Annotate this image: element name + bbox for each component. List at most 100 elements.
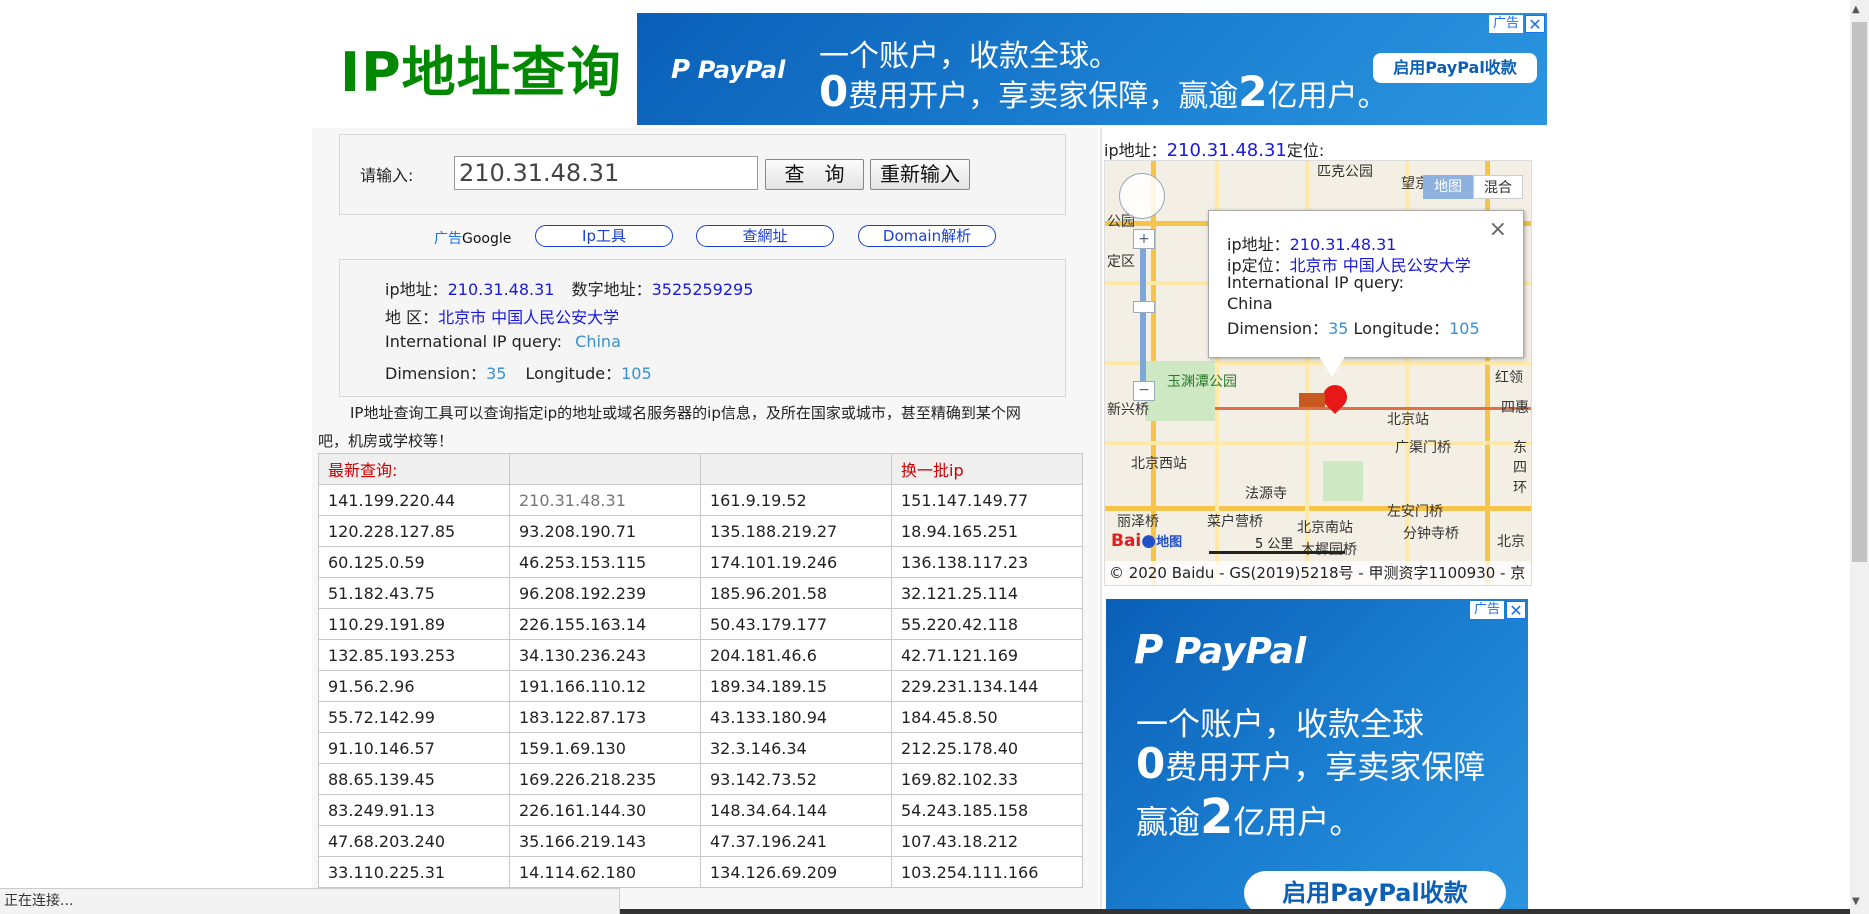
ip-cell[interactable]: 47.68.203.240 (318, 825, 510, 857)
table-row: 120.228.127.85 93.208.190.71 135.188.219.2… (318, 515, 1083, 547)
ip-cell[interactable]: 43.133.180.94 (700, 701, 892, 733)
ip-cell[interactable]: 134.126.69.209 (700, 856, 892, 888)
map-zoom-out-icon[interactable]: − (1133, 381, 1155, 401)
google-ad-label[interactable]: 广告Google (434, 228, 511, 248)
ip-cell[interactable]: 50.43.179.177 (700, 608, 892, 640)
link-ip-tools[interactable]: Ip工具 (535, 225, 673, 247)
ad-two: 2 (1238, 67, 1268, 116)
table-row: 132.85.193.253 34.130.236.243 204.181.46.6… (318, 639, 1083, 671)
ip-cell[interactable]: 110.29.191.89 (318, 608, 510, 640)
ip-cell[interactable]: 184.45.8.50 (891, 701, 1083, 733)
map-scale-bar (1209, 551, 1345, 554)
baidu-logo-text-2: 地图 (1156, 535, 1183, 550)
side-banner-ad[interactable]: P PayPal 一个账户，收款全球 0费用开户，享卖家保障 赢逾2亿用户。 启… (1106, 599, 1528, 914)
table-row: 55.72.142.99 183.122.87.173 43.133.180.94 1… (318, 701, 1083, 733)
ip-cell[interactable]: 132.85.193.253 (318, 639, 510, 671)
popup-close-icon[interactable]: × (1489, 217, 1507, 242)
ip-cell[interactable]: 33.110.225.31 (318, 856, 510, 888)
result-intl-line: International IP query: China (385, 332, 621, 351)
ip-input[interactable] (454, 156, 758, 190)
query-button[interactable]: 查 询 (765, 159, 864, 190)
ip-cell[interactable]: 141.199.220.44 (318, 484, 510, 516)
map-caption-suffix: 定位: (1286, 141, 1325, 160)
ip-cell[interactable]: 229.231.134.144 (891, 670, 1083, 702)
ip-cell[interactable]: 169.226.218.235 (509, 763, 701, 795)
ip-cell[interactable]: 107.43.18.212 (891, 825, 1083, 857)
ad-close-icon[interactable]: ✕ (1525, 15, 1545, 34)
ip-cell[interactable]: 212.25.178.40 (891, 732, 1083, 764)
ip-cell[interactable]: 91.56.2.96 (318, 670, 510, 702)
ip-cell[interactable]: 120.228.127.85 (318, 515, 510, 547)
map-railway (1215, 407, 1531, 410)
refresh-ip-link[interactable]: 换一批ip (891, 453, 1083, 485)
map-type-tab-map[interactable]: 地图 (1423, 175, 1473, 199)
ip-cell[interactable]: 14.114.62.180 (509, 856, 701, 888)
popup-intl-label: International IP query: (1227, 273, 1405, 292)
ip-cell[interactable]: 136.138.117.23 (891, 546, 1083, 578)
ip-cell[interactable]: 226.161.144.30 (509, 794, 701, 826)
ip-cell[interactable]: 159.1.69.130 (509, 732, 701, 764)
ip-cell[interactable]: 189.34.189.15 (700, 670, 892, 702)
ip-cell[interactable]: 169.82.102.33 (891, 763, 1083, 795)
description-line-1: IP地址查询工具可以查询指定ip的地址或域名服务器的ip信息，及所在国家或城市，… (350, 404, 1021, 422)
ip-cell[interactable]: 47.37.196.241 (700, 825, 892, 857)
ip-cell[interactable]: 32.121.25.114 (891, 577, 1083, 609)
scrollbar-thumb[interactable] (1852, 22, 1867, 562)
ad-tag: 广告 (1488, 15, 1523, 33)
map-label: 定区 (1107, 254, 1135, 270)
link-lookup-url[interactable]: 查網址 (696, 225, 834, 247)
result-lon-label: Longitude： (525, 364, 622, 383)
table-header-cell (700, 453, 892, 485)
ip-cell[interactable]: 54.243.185.158 (891, 794, 1083, 826)
ip-cell[interactable]: 148.34.64.144 (700, 794, 892, 826)
ip-cell[interactable]: 96.208.192.239 (509, 577, 701, 609)
ip-cell[interactable]: 34.130.236.243 (509, 639, 701, 671)
map-pan-control[interactable] (1119, 173, 1165, 219)
map-zoom-track[interactable] (1140, 249, 1146, 381)
ip-cell[interactable]: 35.166.219.143 (509, 825, 701, 857)
ip-cell[interactable]: 93.208.190.71 (509, 515, 701, 547)
ip-cell[interactable]: 210.31.48.31 (509, 484, 701, 516)
side-ad-close-icon[interactable]: ✕ (1506, 601, 1526, 620)
table-row: 33.110.225.31 14.114.62.180 134.126.69.209… (318, 856, 1083, 888)
result-dim-value: 35 (486, 364, 507, 383)
scroll-down-icon[interactable]: ▼ (1852, 896, 1860, 907)
map-type-tab-hybrid[interactable]: 混合 (1473, 175, 1523, 199)
ip-cell[interactable]: 42.71.121.169 (891, 639, 1083, 671)
ip-cell[interactable]: 18.94.165.251 (891, 515, 1083, 547)
ip-cell[interactable]: 60.125.0.59 (318, 546, 510, 578)
ip-cell[interactable]: 161.9.19.52 (700, 484, 892, 516)
side-ad-cta-button[interactable]: 启用PayPal收款 (1244, 871, 1506, 914)
reset-button[interactable]: 重新输入 (870, 159, 970, 190)
scroll-up-icon[interactable]: ▲ (1852, 4, 1860, 15)
ad-cta-button[interactable]: 启用PayPal收款 (1373, 53, 1537, 83)
ip-cell[interactable]: 183.122.87.173 (509, 701, 701, 733)
link-domain-resolve[interactable]: Domain解析 (858, 225, 996, 247)
map-zoom-in-icon[interactable]: + (1133, 229, 1155, 249)
ip-cell[interactable]: 51.182.43.75 (318, 577, 510, 609)
ad-line-2-text: 费用开户，享卖家保障，赢逾 (848, 79, 1239, 114)
ip-cell[interactable]: 83.249.91.13 (318, 794, 510, 826)
ip-cell[interactable]: 174.101.19.246 (700, 546, 892, 578)
ip-cell[interactable]: 88.65.139.45 (318, 763, 510, 795)
ip-cell[interactable]: 135.188.219.27 (700, 515, 892, 547)
ip-cell[interactable]: 91.10.146.57 (318, 732, 510, 764)
ip-cell[interactable]: 46.253.153.115 (509, 546, 701, 578)
ip-cell[interactable]: 103.254.111.166 (891, 856, 1083, 888)
top-banner-ad[interactable]: P PayPal 一个账户，收款全球。 0费用开户，享卖家保障，赢逾2亿用户。 … (637, 13, 1547, 125)
map-zoom-slider[interactable] (1133, 301, 1155, 313)
result-intl-label: International IP query: (385, 332, 563, 351)
ip-cell[interactable]: 226.155.163.14 (509, 608, 701, 640)
site-logo[interactable]: IP地址查询 (340, 28, 622, 107)
ip-cell[interactable]: 151.147.149.77 (891, 484, 1083, 516)
ip-cell[interactable]: 55.220.42.118 (891, 608, 1083, 640)
ad-brand: PayPal (697, 56, 786, 84)
ip-cell[interactable]: 204.181.46.6 (700, 639, 892, 671)
ip-cell[interactable]: 93.142.73.52 (700, 763, 892, 795)
ip-cell[interactable]: 185.96.201.58 (700, 577, 892, 609)
table-row: 110.29.191.89 226.155.163.14 50.43.179.177… (318, 608, 1083, 640)
ip-cell[interactable]: 32.3.146.34 (700, 732, 892, 764)
ip-cell[interactable]: 191.166.110.12 (509, 670, 701, 702)
map-label: 分钟寺桥 (1403, 526, 1459, 542)
ip-cell[interactable]: 55.72.142.99 (318, 701, 510, 733)
